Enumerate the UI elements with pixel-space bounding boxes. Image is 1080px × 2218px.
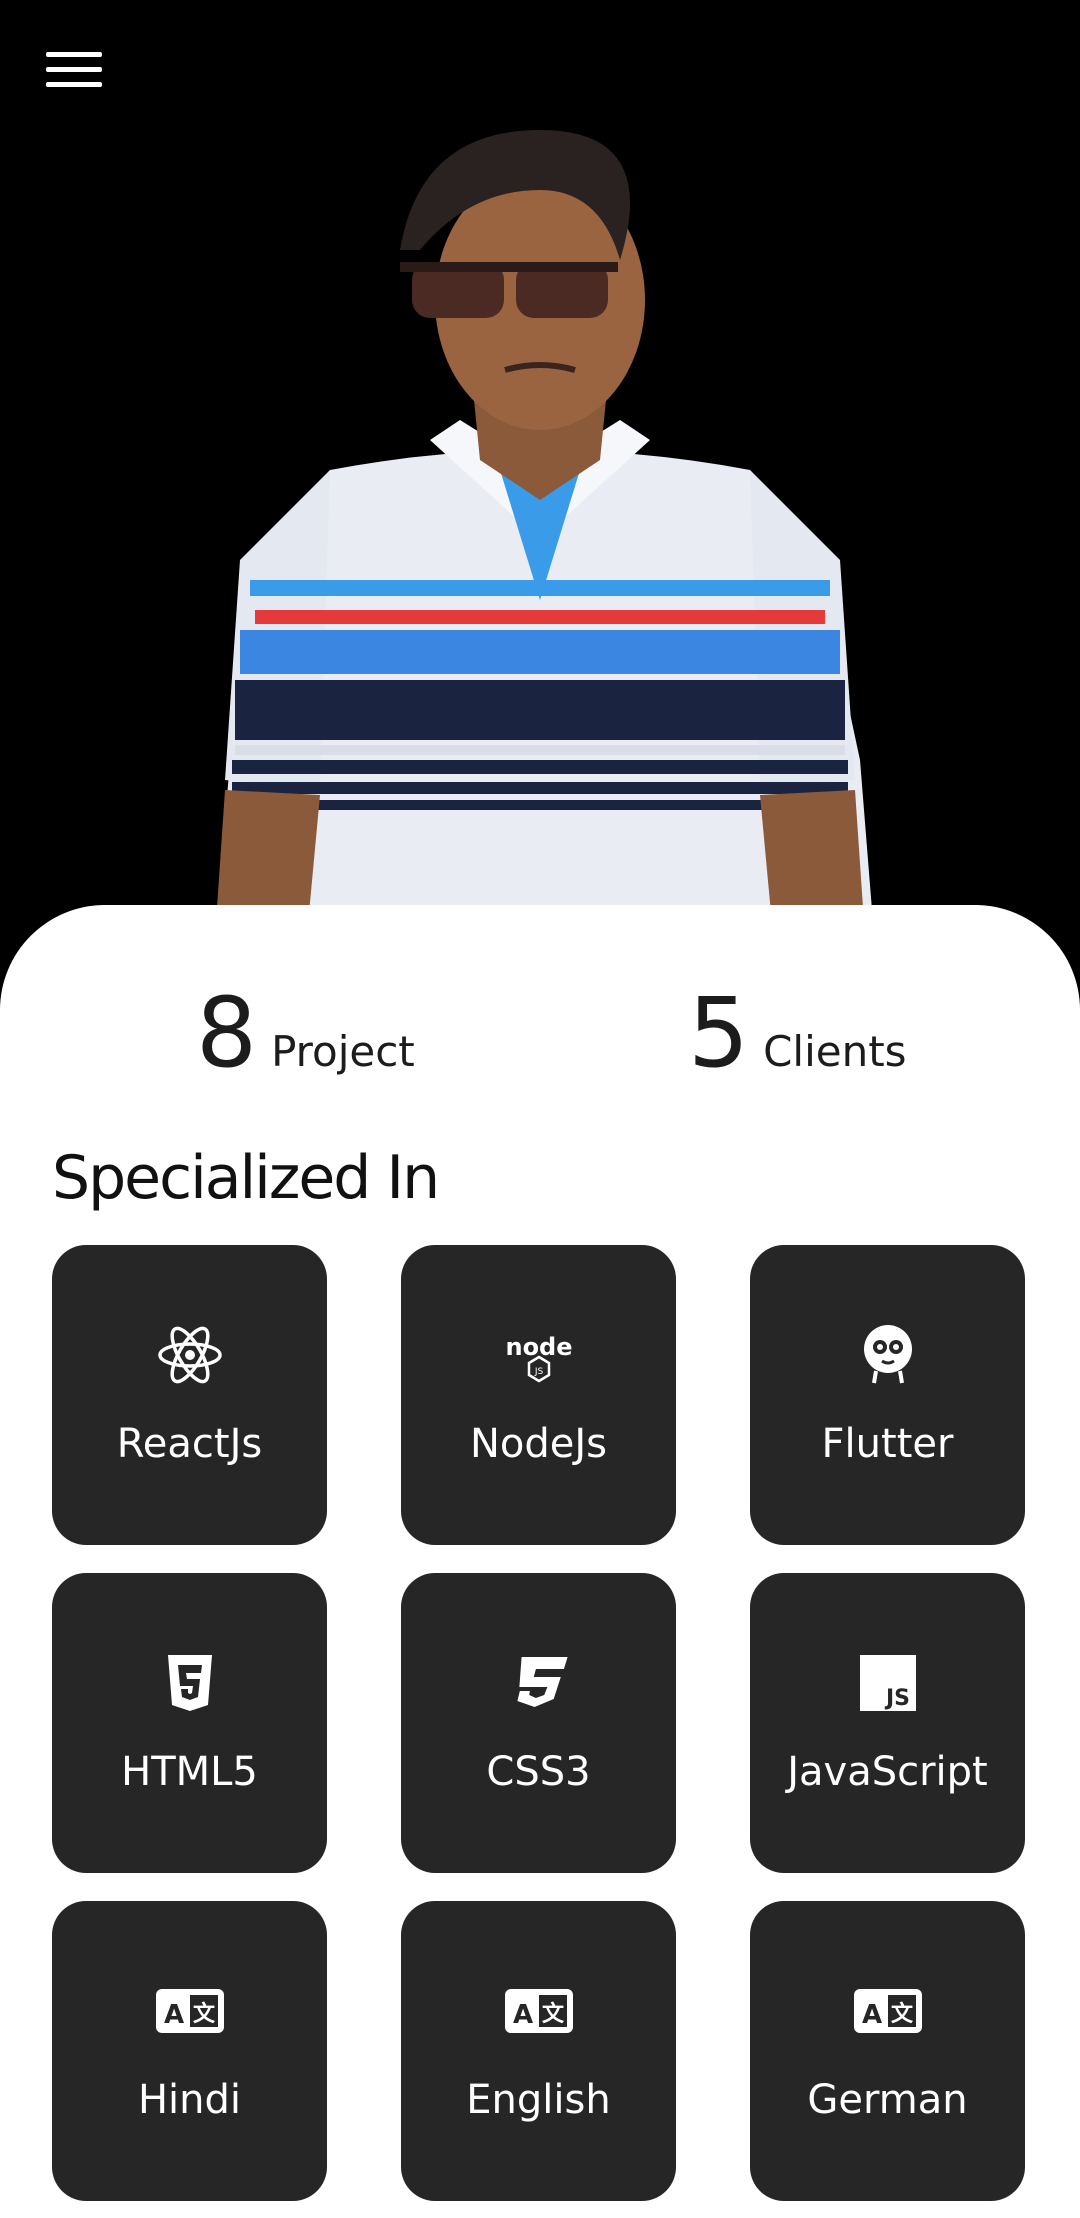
svg-text:文: 文	[890, 2001, 913, 2027]
svg-text:JS: JS	[883, 1686, 909, 1711]
skill-label: Flutter	[821, 1421, 954, 1467]
javascript-icon: JS	[848, 1643, 928, 1723]
skill-tile-css3[interactable]: CSS3	[401, 1573, 676, 1873]
svg-text:A: A	[512, 2000, 532, 2030]
skill-tile-hindi[interactable]: A 文 Hindi	[52, 1901, 327, 2201]
flutter-icon	[848, 1315, 928, 1395]
css3-icon	[499, 1643, 579, 1723]
skill-label: English	[466, 2077, 611, 2123]
skill-label: NodeJs	[469, 1421, 608, 1467]
skill-label: ReactJs	[116, 1421, 263, 1467]
skill-tile-html5[interactable]: HTML5	[52, 1573, 327, 1873]
skill-label: CSS3	[486, 1749, 591, 1795]
translate-icon: A 文	[848, 1971, 928, 2051]
svg-text:文: 文	[541, 2001, 564, 2027]
react-icon	[150, 1315, 230, 1395]
svg-text:A: A	[163, 2000, 183, 2030]
skill-label: German	[807, 2077, 968, 2123]
skill-label: Hindi	[137, 2077, 242, 2123]
clients-count: 5	[688, 977, 749, 1089]
skill-tile-german[interactable]: A 文 German	[750, 1901, 1025, 2201]
skills-grid: ReactJs node JS NodeJs Flutter HTML5 CSS…	[52, 1245, 1028, 2201]
projects-label: Project	[271, 1027, 415, 1076]
skill-tile-flutter[interactable]: Flutter	[750, 1245, 1025, 1545]
svg-text:文: 文	[192, 2001, 215, 2027]
skill-tile-javascript[interactable]: JS JavaScript	[750, 1573, 1025, 1873]
section-title: Specialized In	[52, 1143, 440, 1213]
skill-label: JavaScript	[787, 1749, 988, 1795]
skill-tile-english[interactable]: A 文 English	[401, 1901, 676, 2201]
clients-label: Clients	[763, 1027, 907, 1076]
svg-text:A: A	[861, 2000, 881, 2030]
skill-tile-reactjs[interactable]: ReactJs	[52, 1245, 327, 1545]
hero-section	[0, 0, 1080, 1010]
skill-tile-nodejs[interactable]: node JS NodeJs	[401, 1245, 676, 1545]
nodejs-icon: node JS	[499, 1315, 579, 1395]
projects-count: 8	[196, 977, 257, 1089]
stat-projects: 8 Project	[196, 985, 415, 1081]
html5-icon	[150, 1643, 230, 1723]
svg-text:JS: JS	[533, 1367, 543, 1377]
profile-card: 8 Project 5 Clients Specialized In React…	[0, 905, 1080, 2218]
hamburger-menu-icon[interactable]	[46, 52, 102, 96]
profile-photo	[210, 130, 880, 1010]
skill-label: HTML5	[121, 1749, 258, 1795]
stat-clients: 5 Clients	[688, 985, 907, 1081]
translate-icon: A 文	[150, 1971, 230, 2051]
translate-icon: A 文	[499, 1971, 579, 2051]
